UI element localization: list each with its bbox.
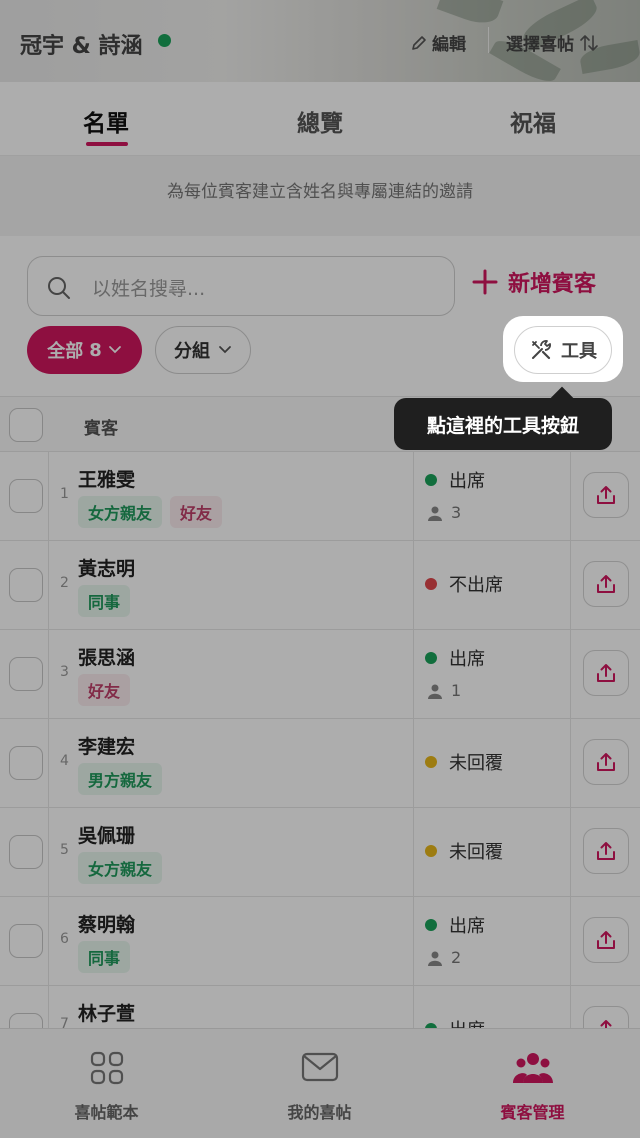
tools-icon (532, 340, 551, 360)
tools-button[interactable]: 工具 (514, 326, 612, 374)
tooltip: 點這裡的工具按鈕 (394, 398, 612, 450)
tutorial-overlay[interactable] (0, 0, 640, 1138)
tools-label: 工具 (561, 341, 597, 362)
